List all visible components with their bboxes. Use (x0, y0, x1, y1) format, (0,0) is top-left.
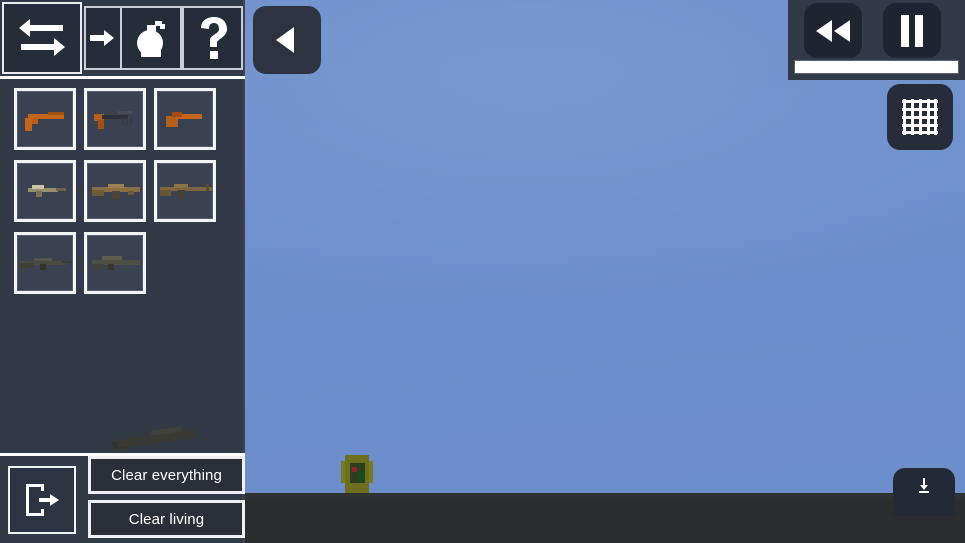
weapon-slot-machine-pistol[interactable] (84, 88, 146, 150)
rifle-sprite (88, 178, 142, 204)
spawn-menu-sidebar: Clear everything Clear living (0, 0, 245, 543)
smg-short-sprite (88, 106, 142, 132)
weapon-slot-submachine-gun[interactable] (14, 160, 76, 222)
back-button[interactable] (253, 6, 321, 74)
clear-everything-label: Clear everything (111, 466, 222, 484)
triangle-left-icon (276, 27, 294, 53)
sidebar-item-help[interactable] (182, 6, 243, 70)
arrow-right-icon (90, 30, 114, 46)
grid-toggle-button[interactable] (887, 84, 953, 150)
weapon-slot-inner (17, 163, 73, 219)
weapon-slot-sniper-rifle[interactable] (14, 232, 76, 294)
timeline-scrubber[interactable] (794, 60, 959, 74)
sniper-long-sprite (88, 250, 142, 276)
weapon-slot-inner (87, 163, 143, 219)
weapon-slot-grid (14, 88, 234, 294)
player-character[interactable] (341, 455, 373, 493)
weapon-slot-anti-materiel-rifle[interactable] (84, 232, 146, 294)
rewind-icon (816, 19, 850, 42)
weapon-slot-assault-rifle[interactable] (84, 160, 146, 222)
sidebar-item-spawn[interactable] (120, 6, 182, 70)
grid-mesh-icon (902, 99, 938, 135)
clear-buttons-group: Clear everything Clear living (88, 456, 245, 538)
weapon-slot-inner (87, 235, 143, 291)
weapon-slot-inner (17, 235, 73, 291)
rewind-button[interactable] (804, 3, 862, 58)
sidebar-tabbar (0, 0, 245, 79)
pause-icon (901, 14, 923, 47)
weapon-slot-inner (157, 163, 213, 219)
pause-button[interactable] (883, 3, 941, 58)
weapon-slot-battle-rifle[interactable] (154, 160, 216, 222)
weapon-slot-pistol[interactable] (14, 88, 76, 150)
held-weapon-preview[interactable] (111, 422, 201, 456)
tabbar-underline (0, 76, 245, 79)
save-button[interactable] (893, 468, 955, 516)
clear-everything-button[interactable]: Clear everything (88, 456, 245, 494)
download-icon (919, 478, 929, 493)
playback-panel (788, 0, 965, 80)
clear-living-button[interactable]: Clear living (88, 500, 245, 538)
question-mark-icon (200, 17, 227, 59)
player-detail-green (358, 471, 365, 482)
sidebar-item-swap[interactable] (2, 2, 82, 74)
exit-button[interactable] (8, 466, 76, 534)
smg-sprite (18, 178, 72, 204)
swap-arrows-icon (19, 19, 65, 56)
player-detail-red (352, 467, 357, 472)
exit-door-icon (26, 484, 59, 516)
handgun-sprite (18, 106, 72, 132)
clear-living-label: Clear living (128, 510, 205, 528)
weapon-slot-inner (157, 91, 213, 147)
sidebar-item-next[interactable] (84, 6, 122, 70)
game-sandbox-screen: Clear everything Clear living (0, 0, 965, 543)
weapon-slot-sawed-off-shotgun[interactable] (154, 88, 216, 150)
shotgun-short-sprite (158, 106, 212, 132)
weapon-slot-inner (87, 91, 143, 147)
timeline-progress-fill (795, 61, 958, 73)
grenade-icon (137, 21, 165, 57)
rifle-long-sprite (158, 178, 212, 204)
weapon-slot-inner (17, 91, 73, 147)
sniper-sprite (18, 250, 72, 276)
